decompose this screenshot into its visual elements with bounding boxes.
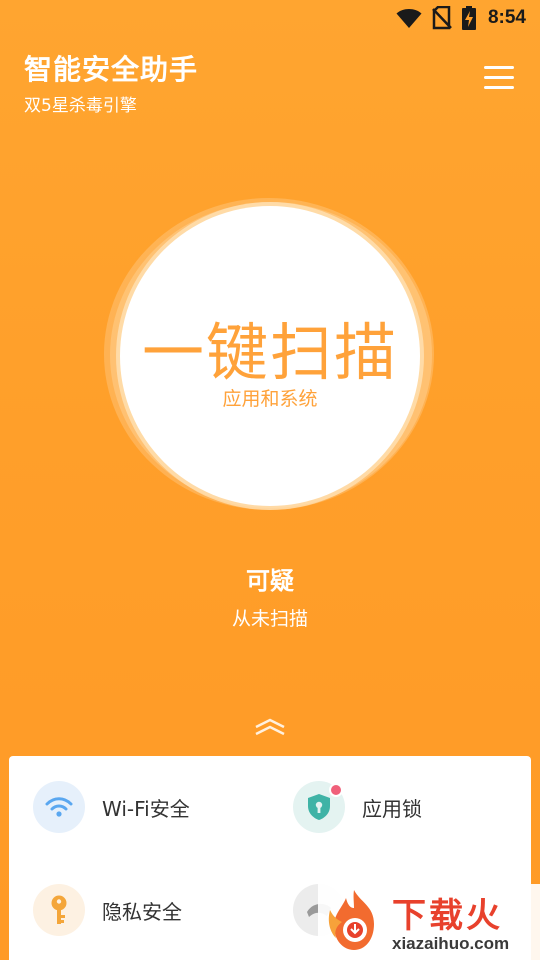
watermark: 下载火 xiazaihuo.com: [318, 884, 540, 960]
notification-badge: [329, 783, 343, 797]
scan-title: 一键扫描: [141, 316, 398, 389]
status-bar: 8:54: [0, 0, 540, 36]
watermark-name: 下载火: [392, 896, 503, 936]
last-scan-status: 从未扫描: [231, 608, 308, 630]
feature-privacy-security[interactable]: 隐私安全: [33, 884, 182, 936]
feature-label: 应用锁: [362, 796, 422, 821]
risk-status-label: 可疑: [246, 567, 294, 595]
app-screen: 8:54 智能安全助手 双5星杀毒引擎 一键扫描 应用和系统 可疑 从未扫描 W…: [0, 0, 540, 960]
feature-app-lock[interactable]: 应用锁: [293, 781, 422, 833]
status-time: 8:54: [487, 7, 526, 28]
shield-lock-icon: [293, 781, 345, 833]
double-chevron-up-icon[interactable]: [252, 716, 288, 738]
feature-wifi-security[interactable]: Wi-Fi安全: [33, 781, 190, 833]
wifi-icon: [33, 781, 85, 833]
no-sim-icon: [432, 6, 452, 30]
battery-charging-icon: [461, 6, 476, 30]
hamburger-menu-icon[interactable]: [484, 66, 514, 94]
feature-label: Wi-Fi安全: [102, 796, 190, 821]
wifi-icon: [396, 7, 422, 29]
one-click-scan-button[interactable]: 一键扫描 应用和系统: [120, 206, 420, 506]
watermark-url: xiazaihuo.com: [392, 934, 510, 953]
scan-subtitle: 应用和系统: [222, 388, 318, 410]
feature-label: 隐私安全: [102, 899, 182, 924]
app-title: 智能安全助手: [24, 53, 199, 86]
key-icon: [33, 884, 85, 936]
fire-logo-icon: [324, 888, 384, 952]
app-subtitle: 双5星杀毒引擎: [24, 96, 137, 116]
